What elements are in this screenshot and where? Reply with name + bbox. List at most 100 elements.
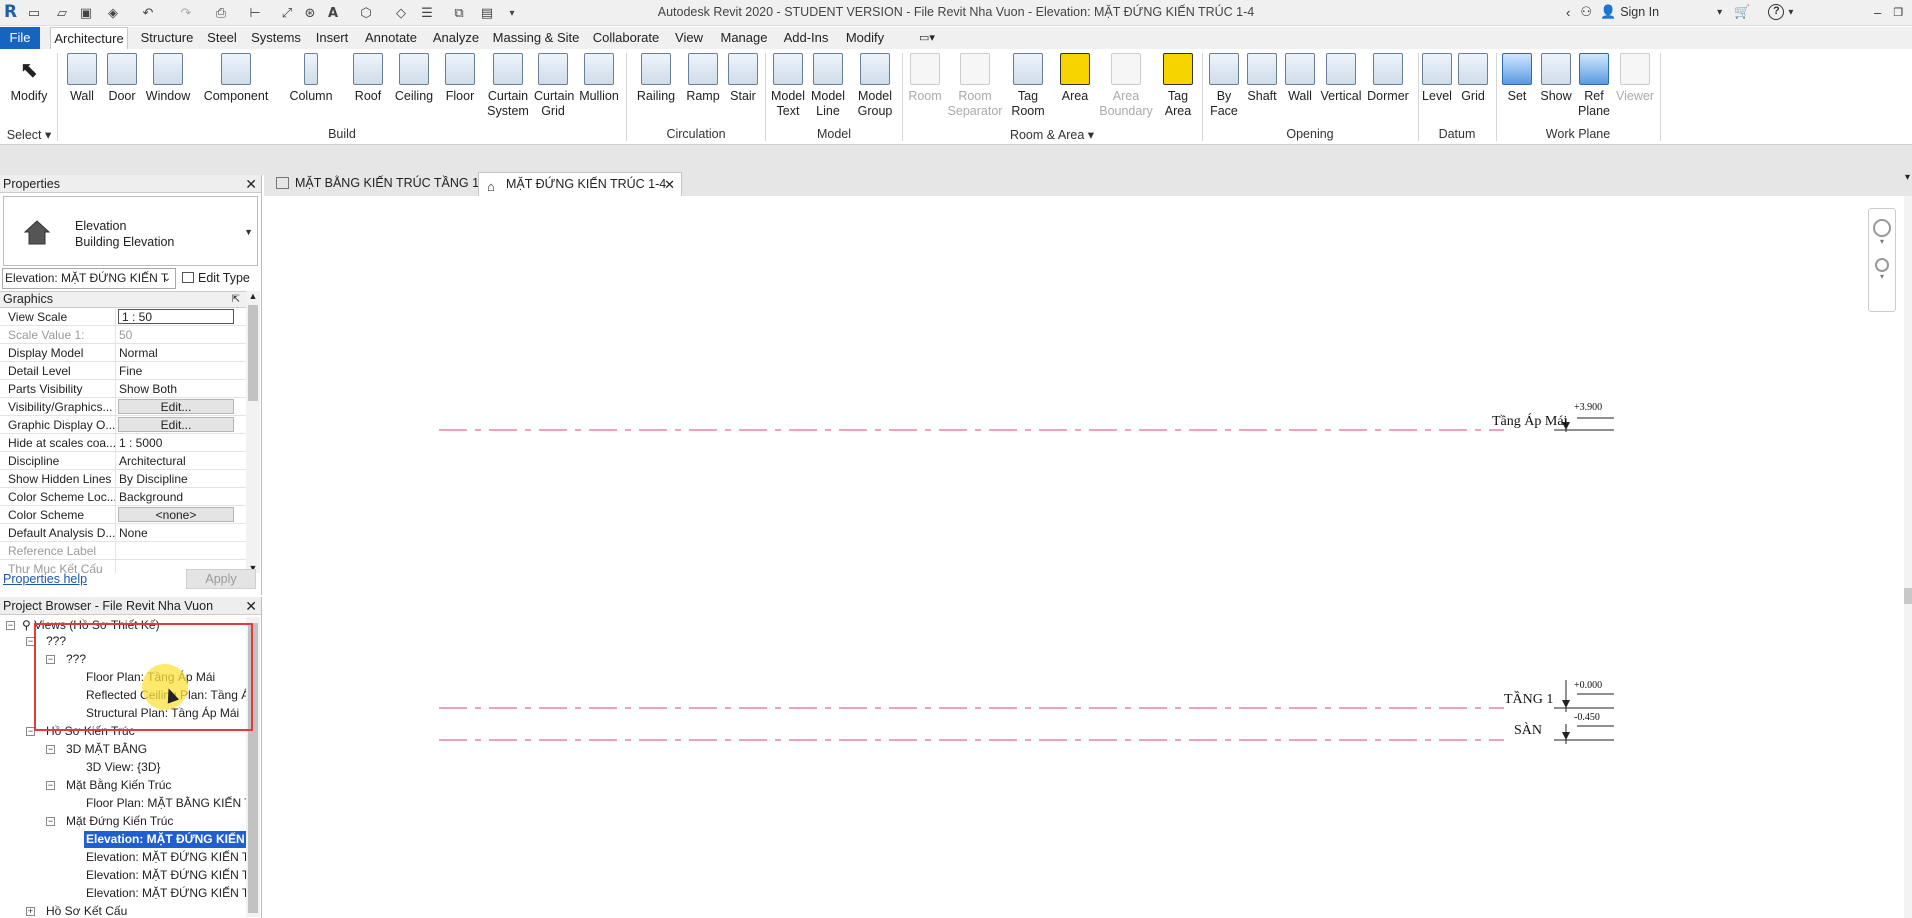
- level-elevation[interactable]: +0.000: [1574, 680, 1602, 691]
- tab-add-ins[interactable]: Add-Ins: [780, 27, 832, 49]
- tab-overflow-icon[interactable]: ▾: [1905, 172, 1910, 183]
- collapse-toggle-icon[interactable]: −: [46, 817, 55, 826]
- view-tab-floor-plan[interactable]: MẶT BẰNG KIẾN TRÚC TẦNG 1: [268, 172, 479, 196]
- tree-item-floor-plan[interactable]: Floor Plan: Tầng Áp Mái: [86, 669, 215, 686]
- curtain-grid-button[interactable]: Curtain Grid: [534, 53, 574, 127]
- exchange-icon[interactable]: 🛒: [1734, 4, 1750, 20]
- sync-icon[interactable]: ◈: [102, 4, 124, 22]
- mullion-button[interactable]: Mullion: [576, 53, 622, 127]
- tab-collaborate[interactable]: Collaborate: [590, 27, 662, 49]
- undo-icon[interactable]: ↶: [136, 4, 160, 22]
- type-selector[interactable]: Elevation Building Elevation ▼: [3, 196, 258, 266]
- level-name-tang-ap-mai[interactable]: Tầng Áp Mái: [1492, 414, 1567, 430]
- property-row[interactable]: Parts Visibility Show Both: [0, 380, 246, 398]
- shaft-button[interactable]: Shaft: [1244, 53, 1280, 127]
- dormer-button[interactable]: Dormer: [1364, 53, 1412, 127]
- level-name-san[interactable]: SÀN: [1514, 723, 1542, 739]
- tree-item-floor-plan-tang-1[interactable]: Floor Plan: MẶT BẰNG KIẾN TRÚC TẦNG 1: [86, 795, 246, 812]
- user-icon[interactable]: 👤: [1600, 4, 1616, 20]
- tab-steel[interactable]: Steel: [204, 27, 240, 49]
- save-icon[interactable]: ▣: [78, 4, 94, 22]
- canvas-scrollbar[interactable]: [1904, 196, 1912, 918]
- tree-node-ho-so-kien-truc[interactable]: Hồ Sơ Kiến Trúc: [46, 723, 135, 740]
- scrollbar-thumb[interactable]: [1904, 588, 1912, 604]
- set-button[interactable]: Set: [1500, 53, 1534, 127]
- ribbon-display-toggle-icon[interactable]: ▭▾: [912, 27, 942, 49]
- panel-select[interactable]: Select ▾: [4, 127, 54, 143]
- help-icon[interactable]: ?: [1768, 4, 1785, 20]
- measure-icon[interactable]: ⊢: [244, 4, 266, 22]
- property-row[interactable]: Hide at scales coa... 1 : 5000: [0, 434, 246, 452]
- properties-scrollbar[interactable]: ▲ ▼: [246, 291, 260, 573]
- property-row[interactable]: Color Scheme Loc... Background: [0, 488, 246, 506]
- 3d-view-icon[interactable]: ⬡: [354, 4, 378, 22]
- floor-button[interactable]: Floor: [442, 53, 478, 127]
- level-elevation[interactable]: -0.450: [1574, 712, 1600, 723]
- revit-logo-icon[interactable]: R: [4, 3, 22, 21]
- wall-button[interactable]: Wall: [62, 53, 102, 127]
- tree-item-3d-view[interactable]: 3D View: {3D}: [86, 759, 161, 776]
- tree-node-ho-so-ket-cau[interactable]: Hồ Sơ Kết Cấu: [46, 903, 127, 917]
- viewer-button[interactable]: Viewer: [1614, 53, 1656, 127]
- collapse-toggle-icon[interactable]: −: [26, 637, 35, 646]
- color-scheme-button[interactable]: <none>: [118, 507, 234, 522]
- area-button[interactable]: Area: [1058, 53, 1092, 127]
- tab-modify[interactable]: Modify: [840, 27, 890, 49]
- model-group-button[interactable]: Model Group: [852, 53, 898, 127]
- panel-room-area[interactable]: Room & Area ▾: [904, 127, 1200, 143]
- chevron-left-icon[interactable]: ‹: [1566, 5, 1570, 20]
- apply-button[interactable]: Apply: [186, 569, 256, 589]
- tab-massing-site[interactable]: Massing & Site: [490, 27, 582, 49]
- restore-icon[interactable]: ❐: [1893, 6, 1903, 19]
- open-icon[interactable]: ▱: [54, 4, 70, 22]
- scrollbar-thumb[interactable]: [248, 305, 258, 401]
- property-row[interactable]: Show Hidden Lines By Discipline: [0, 470, 246, 488]
- tree-item-structural-plan[interactable]: Structural Plan: Tầng Áp Mái: [86, 705, 239, 722]
- tab-file[interactable]: File: [0, 27, 40, 49]
- section-icon[interactable]: ◇: [392, 4, 410, 22]
- component-button[interactable]: Component: [200, 53, 272, 127]
- tree-node-views[interactable]: ⚲ Views (Hồ Sơ Thiết Kế): [22, 617, 160, 634]
- ceiling-button[interactable]: Ceiling: [392, 53, 436, 127]
- by-face-button[interactable]: By Face: [1208, 53, 1240, 127]
- property-row[interactable]: Discipline Architectural: [0, 452, 246, 470]
- model-line-button[interactable]: Model Line: [808, 53, 848, 127]
- graphic-display-edit-button[interactable]: Edit...: [118, 417, 234, 432]
- redo-icon[interactable]: ↷: [174, 4, 198, 22]
- text-icon[interactable]: A: [326, 4, 340, 22]
- tab-structure[interactable]: Structure: [136, 27, 198, 49]
- model-text-button[interactable]: Model Text: [768, 53, 808, 127]
- tab-architecture[interactable]: Architecture: [50, 27, 128, 50]
- aligned-dimension-icon[interactable]: ⤢: [278, 4, 296, 22]
- property-row[interactable]: Graphic Display O... Edit...: [0, 416, 246, 434]
- collapse-toggle-icon[interactable]: −: [46, 745, 55, 754]
- tab-manage[interactable]: Manage: [716, 27, 772, 49]
- instance-selector[interactable]: Elevation: MẶT ĐỨNG KIẾN T ⌄: [2, 268, 176, 289]
- door-button[interactable]: Door: [104, 53, 140, 127]
- sign-in-dropdown-icon[interactable]: ▾: [1717, 7, 1722, 18]
- grid-button[interactable]: Grid: [1456, 53, 1490, 127]
- close-icon[interactable]: ✕: [245, 175, 257, 193]
- drawing-canvas[interactable]: Tầng Áp Mái +3.900 TẦNG 1 +0.000 SÀN -0.…: [264, 196, 1912, 918]
- zoom-dropdown-icon[interactable]: ▾: [1869, 272, 1895, 281]
- tree-item-elevation[interactable]: Elevation: MẶT ĐỨNG KIẾN TRÚC D-A: [86, 885, 246, 902]
- area-boundary-button[interactable]: Area Boundary: [1096, 53, 1156, 127]
- tree-node-mat-bang-kien-truc[interactable]: Mặt Bằng Kiến Trúc: [66, 777, 171, 794]
- tab-annotate[interactable]: Annotate: [360, 27, 422, 49]
- level-name-tang-1[interactable]: TẦNG 1: [1504, 692, 1553, 708]
- tree-node-mat-dung-kien-truc[interactable]: Mặt Đứng Kiến Trúc: [66, 813, 173, 830]
- room-separator-button[interactable]: Room Separator: [944, 53, 1006, 127]
- scroll-up-icon[interactable]: ▲: [246, 291, 260, 303]
- collapse-toggle-icon[interactable]: +: [26, 907, 35, 916]
- column-button[interactable]: Column: [286, 53, 336, 127]
- edit-type-button[interactable]: Edit Type: [182, 268, 260, 289]
- tree-node-group[interactable]: ???: [66, 651, 86, 668]
- property-row[interactable]: Display Model Normal: [0, 344, 246, 362]
- tree-item-ceiling-plan[interactable]: Reflected Ceiling Plan: Tầng Áp Mái: [86, 687, 246, 704]
- tab-insert[interactable]: Insert: [312, 27, 352, 49]
- room-button[interactable]: Room: [906, 53, 944, 127]
- close-tab-icon[interactable]: ✕: [664, 173, 675, 196]
- property-row[interactable]: Detail Level Fine: [0, 362, 246, 380]
- switch-windows-icon[interactable]: ▤: [474, 4, 500, 22]
- scrollbar-thumb[interactable]: [248, 623, 258, 913]
